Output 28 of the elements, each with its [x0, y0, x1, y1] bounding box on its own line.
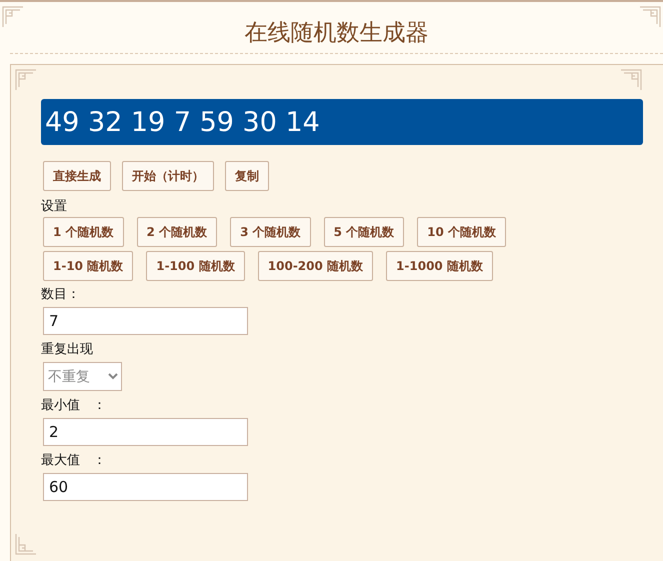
corner-ornament-icon	[15, 69, 37, 91]
corner-ornament-icon	[620, 69, 642, 91]
action-button[interactable]: 直接生成	[43, 161, 111, 191]
input-field[interactable]: 7	[43, 307, 248, 335]
repeat-select[interactable]: 不重复	[43, 362, 122, 391]
corner-ornament-icon	[2, 6, 24, 28]
corner-ornament-icon	[639, 6, 661, 28]
preset-button[interactable]: 3 个随机数	[230, 217, 311, 247]
field-label: 最小值 ：	[41, 397, 107, 414]
preset-button[interactable]: 2 个随机数	[136, 217, 218, 247]
page-title: 在线随机数生成器	[244, 19, 428, 48]
preset-button[interactable]: 100-200 随机数	[258, 251, 374, 281]
field-label: 数目：	[41, 286, 81, 303]
field-label: 重复出现	[41, 341, 94, 358]
action-button[interactable]: 复制	[225, 161, 269, 191]
result-display: 49 32 19 7 59 30 14	[41, 99, 643, 145]
input-field[interactable]: 2	[43, 418, 248, 446]
field-label: 最大值 ：	[41, 452, 107, 469]
preset-button[interactable]: 1 个随机数	[43, 217, 124, 247]
settings-label: 设置	[41, 198, 68, 215]
action-button[interactable]: 开始（计时）	[122, 161, 214, 191]
corner-ornament-icon	[15, 533, 37, 555]
preset-button[interactable]: 1-10 随机数	[43, 251, 134, 281]
preset-button[interactable]: 10 个随机数	[417, 217, 506, 247]
preset-button[interactable]: 1-100 随机数	[146, 251, 245, 281]
preset-button[interactable]: 1-1000 随机数	[386, 251, 493, 281]
input-field[interactable]: 60	[43, 473, 248, 501]
preset-button[interactable]: 5 个随机数	[324, 217, 404, 247]
